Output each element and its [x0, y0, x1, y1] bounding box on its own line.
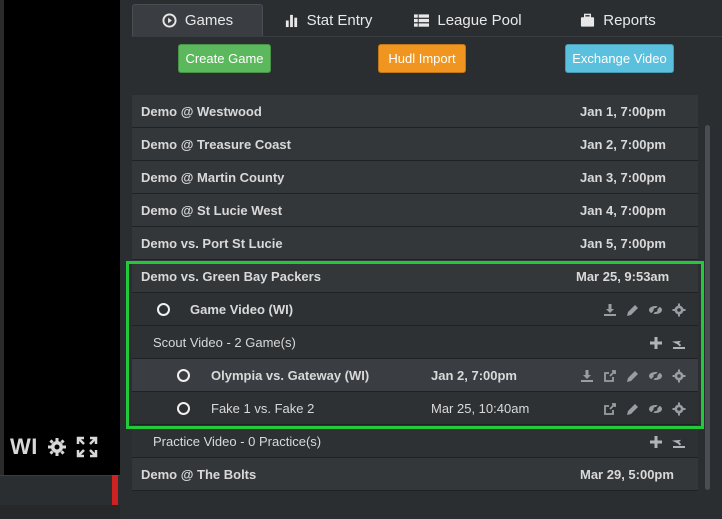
download-icon[interactable] — [579, 368, 594, 383]
pencil-icon[interactable] — [625, 368, 640, 383]
tab-league-pool[interactable]: League Pool — [393, 4, 543, 36]
pencil-icon[interactable] — [625, 302, 640, 317]
import-icon[interactable] — [671, 434, 686, 449]
row-actions — [602, 401, 686, 416]
gear-icon[interactable] — [671, 302, 686, 317]
game-video-row[interactable]: Game Video (WI) — [132, 293, 698, 326]
selected-game-row[interactable]: Demo vs. Green Bay Packers Mar 25, 9:53a… — [132, 260, 698, 293]
game-date: Jan 3, 7:00pm — [580, 170, 666, 185]
gear-icon[interactable] — [671, 401, 686, 416]
create-game-button[interactable]: Create Game — [178, 44, 271, 73]
import-icon[interactable] — [671, 335, 686, 350]
eye-slash-icon[interactable] — [648, 302, 663, 317]
video-edge — [0, 0, 4, 475]
scout-video-header: Scout Video - 2 Game(s) — [153, 335, 296, 350]
app-root: WI Games Stat Entry League Pool Reports … — [0, 0, 722, 519]
tab-label: Reports — [603, 11, 656, 29]
game-title: Demo vs. Green Bay Packers — [141, 269, 321, 284]
tab-label: League Pool — [437, 11, 522, 29]
scout-game-title: Fake 1 vs. Fake 2 — [211, 401, 315, 416]
gear-icon[interactable] — [671, 368, 686, 383]
play-circle-icon — [162, 13, 177, 28]
tab-games[interactable]: Games — [132, 4, 263, 36]
game-date: Jan 2, 7:00pm — [580, 137, 666, 152]
scout-game-row[interactable]: Olympia vs. Gateway (WI) Jan 2, 7:00pm — [132, 359, 698, 392]
game-title: Demo @ Martin County — [141, 170, 285, 185]
tab-reports[interactable]: Reports — [543, 4, 693, 36]
game-title: Demo @ St Lucie West — [141, 203, 283, 218]
game-row[interactable]: Demo @ St Lucie West Jan 4, 7:00pm — [132, 194, 698, 227]
fullscreen-icon[interactable] — [76, 436, 98, 458]
exchange-video-button[interactable]: Exchange Video — [565, 44, 674, 73]
games-panel: Games Stat Entry League Pool Reports Cre… — [120, 0, 722, 519]
share-icon[interactable] — [602, 368, 617, 383]
video-player[interactable]: WI — [0, 0, 120, 475]
game-row[interactable]: Demo @ The Bolts Mar 29, 5:00pm — [132, 458, 698, 491]
scrollbar-thumb[interactable] — [705, 125, 710, 490]
game-title: Demo @ The Bolts — [141, 467, 257, 482]
plus-icon[interactable] — [648, 335, 663, 350]
eye-slash-icon[interactable] — [648, 401, 663, 416]
game-row[interactable]: Demo @ Treasure Coast Jan 2, 7:00pm — [132, 128, 698, 161]
tab-label: Games — [184, 12, 234, 29]
tab-stat-entry[interactable]: Stat Entry — [263, 4, 393, 36]
game-video-label: Game Video (WI) — [190, 302, 294, 317]
timeline-marker — [112, 475, 118, 505]
game-row[interactable]: Demo @ Westwood Jan 1, 7:00pm — [132, 95, 698, 128]
radio-circle-icon[interactable] — [177, 402, 190, 415]
briefcase-icon — [580, 13, 595, 28]
game-title: Demo @ Treasure Coast — [141, 137, 291, 152]
list-icon — [414, 13, 430, 28]
tab-divider — [132, 36, 722, 37]
video-team-label: WI — [10, 434, 38, 459]
game-row[interactable]: Demo vs. Port St Lucie Jan 5, 7:00pm — [132, 227, 698, 260]
plus-icon[interactable] — [648, 434, 663, 449]
row-actions — [579, 368, 686, 383]
bar-chart-icon — [284, 13, 299, 28]
game-date: Mar 25, 9:53am — [576, 269, 670, 284]
practice-video-header: Practice Video - 0 Practice(s) — [153, 434, 322, 449]
radio-circle-icon[interactable] — [157, 303, 170, 316]
game-date: Jan 4, 7:00pm — [580, 203, 666, 218]
video-controls: WI — [10, 434, 98, 460]
pencil-icon[interactable] — [625, 401, 640, 416]
radio-circle-icon[interactable] — [177, 369, 190, 382]
game-row[interactable]: Demo @ Martin County Jan 3, 7:00pm — [132, 161, 698, 194]
game-date: Jan 5, 7:00pm — [580, 236, 666, 251]
practice-video-section: Practice Video - 0 Practice(s) — [132, 425, 698, 458]
share-icon[interactable] — [602, 401, 617, 416]
scout-video-section: Scout Video - 2 Game(s) — [132, 326, 698, 359]
row-actions — [602, 302, 686, 317]
gear-icon[interactable] — [46, 436, 68, 458]
games-list: Demo @ Westwood Jan 1, 7:00pm Demo @ Tre… — [132, 95, 698, 491]
scout-game-title: Olympia vs. Gateway (WI) — [211, 368, 370, 383]
scout-game-date: Jan 2, 7:00pm — [431, 368, 517, 383]
tab-bar: Games Stat Entry League Pool Reports — [132, 4, 722, 36]
game-title: Demo vs. Port St Lucie — [141, 236, 283, 251]
scout-game-row[interactable]: Fake 1 vs. Fake 2 Mar 25, 10:40am — [132, 392, 698, 425]
game-date: Jan 1, 7:00pm — [580, 104, 666, 119]
scout-game-date: Mar 25, 10:40am — [431, 401, 530, 416]
download-icon[interactable] — [602, 302, 617, 317]
tab-label: Stat Entry — [306, 11, 373, 29]
section-actions — [648, 434, 686, 449]
hudl-import-button[interactable]: Hudl Import — [378, 44, 466, 73]
game-date: Mar 29, 5:00pm — [580, 467, 674, 482]
section-actions — [648, 335, 686, 350]
game-title: Demo @ Westwood — [141, 104, 262, 119]
eye-slash-icon[interactable] — [648, 368, 663, 383]
video-bottom-bar — [0, 505, 120, 519]
